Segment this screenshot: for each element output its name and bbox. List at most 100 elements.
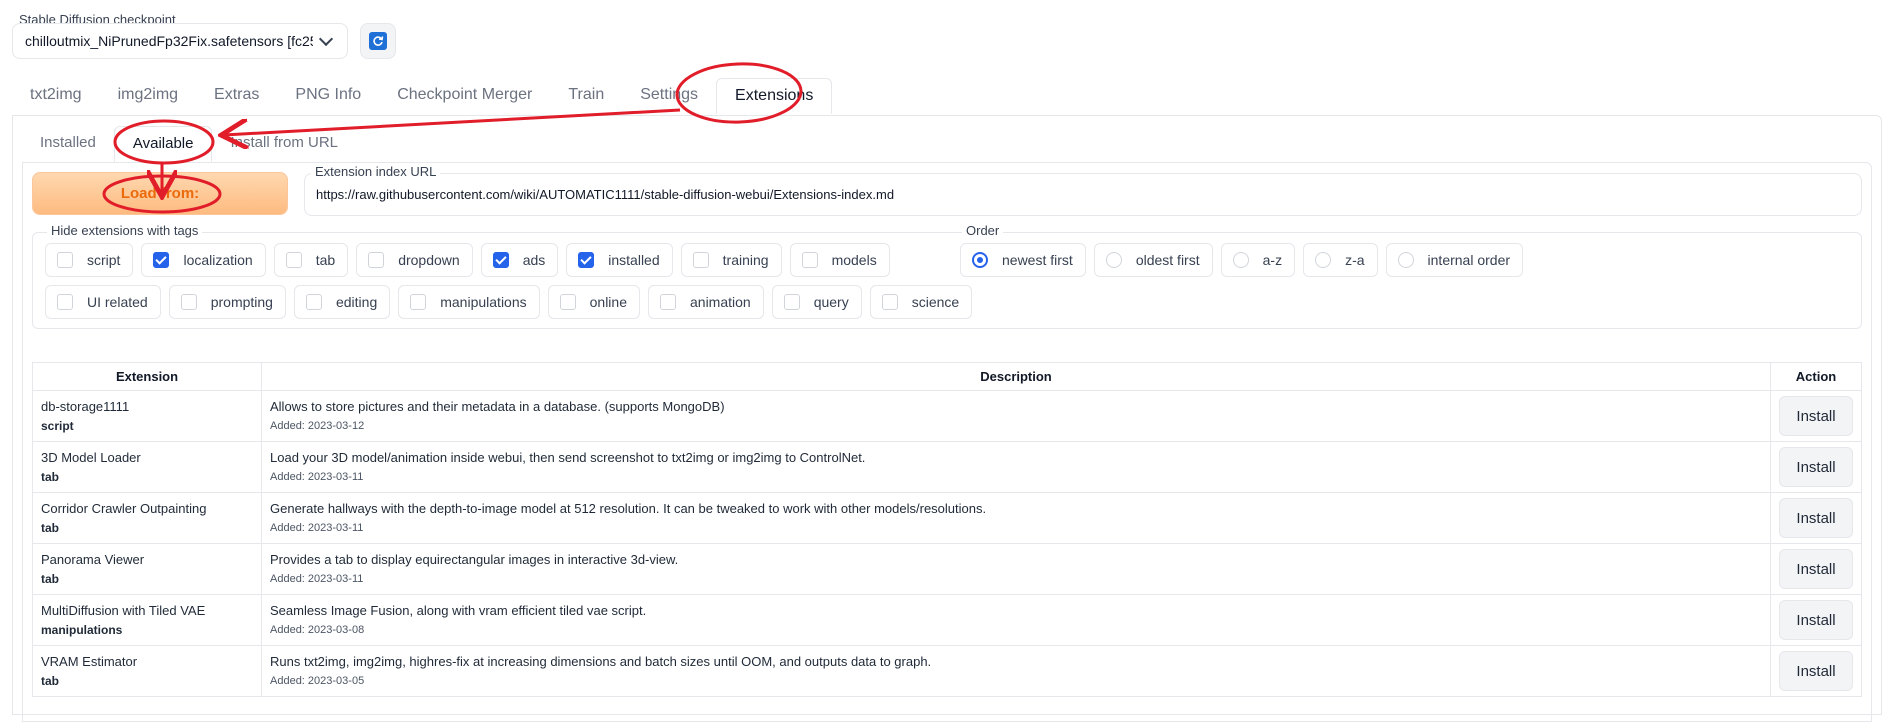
order-radio-z-a[interactable]: z-a — [1303, 243, 1378, 277]
tag-checkbox-query[interactable]: query — [771, 285, 862, 319]
order-radio-a-z[interactable]: a-z — [1220, 243, 1296, 277]
extension-name: MultiDiffusion with Tiled VAE — [41, 603, 206, 618]
tab-settings[interactable]: Settings — [622, 78, 716, 114]
description-cell: Provides a tab to display equirectangula… — [261, 543, 1771, 595]
tab-png-info[interactable]: PNG Info — [277, 78, 379, 114]
extension-added-date: Added: 2023-03-08 — [270, 624, 365, 636]
description-cell: Seamless Image Fusion, along with vram e… — [261, 594, 1771, 646]
checkbox — [783, 294, 800, 310]
extension-index-url-label: Extension index URL — [311, 164, 441, 179]
tag-label: training — [722, 252, 769, 268]
order-radio-group: newest first oldest first a-z z-a intern… — [960, 243, 1524, 277]
tab-available[interactable]: Available — [113, 126, 213, 162]
extension-cell: Panorama Viewer tab — [32, 543, 262, 595]
tag-checkbox-script[interactable]: script — [45, 243, 134, 277]
extension-added-date: Added: 2023-03-12 — [270, 420, 365, 432]
tag-checkbox-dropdown[interactable]: dropdown — [356, 243, 473, 277]
extension-name: db-storage1111 — [41, 399, 130, 414]
tag-checkbox-training[interactable]: training — [680, 243, 782, 277]
tab-txt2img[interactable]: txt2img — [12, 78, 100, 114]
tab-train[interactable]: Train — [550, 78, 622, 114]
tag-label: online — [589, 294, 627, 310]
extension-name: Panorama Viewer — [41, 552, 145, 567]
tag-checkbox-prompting[interactable]: prompting — [168, 285, 286, 319]
extension-description: Allows to store pictures and their metad… — [270, 399, 725, 414]
action-cell: Install — [1770, 543, 1862, 595]
table-row: MultiDiffusion with Tiled VAE manipulatio… — [32, 594, 1862, 646]
extension-added-date: Added: 2023-03-11 — [270, 471, 364, 483]
tag-checkbox-animation[interactable]: animation — [648, 285, 764, 319]
tag-checkbox-localization[interactable]: localization — [141, 243, 266, 277]
table-row: Panorama Viewer tab Provides a tab to dis… — [32, 543, 1862, 595]
tag-label: UI related — [87, 294, 148, 310]
tag-label: prompting — [210, 294, 273, 310]
tag-label: science — [911, 294, 960, 310]
radio-selected — [972, 252, 988, 268]
tag-label: dropdown — [398, 252, 460, 268]
tag-label: localization — [183, 252, 253, 268]
tag-checkbox-models[interactable]: models — [789, 243, 890, 277]
tag-checkbox-manipulations[interactable]: manipulations — [398, 285, 540, 319]
checkpoint-dropdown[interactable]: chilloutmix_NiPrunedFp32Fix.safetensors … — [12, 23, 348, 59]
load-from-button[interactable]: Load from: — [32, 172, 288, 215]
install-button[interactable]: Install — [1779, 498, 1853, 538]
chevron-down-icon — [318, 31, 334, 47]
action-cell: Install — [1770, 594, 1862, 646]
extension-tag: script — [41, 419, 74, 433]
tab-checkpoint-merger[interactable]: Checkpoint Merger — [379, 78, 550, 114]
tag-checkbox-ui-related[interactable]: UI related — [45, 285, 161, 319]
order-radio-newest-first[interactable]: newest first — [960, 243, 1086, 277]
extension-name: Corridor Crawler Outpainting — [41, 501, 207, 516]
table-row: VRAM Estimator tab Runs txt2img, img2img,… — [32, 645, 1862, 697]
description-cell: Allows to store pictures and their metad… — [261, 390, 1771, 442]
extensions-sub-tabs: Installed Available Install from URL — [22, 126, 356, 162]
tab-installed[interactable]: Installed — [22, 126, 114, 162]
tab-install-from-url[interactable]: Install from URL — [212, 126, 356, 162]
checkbox — [285, 252, 302, 268]
tag-label: animation — [690, 294, 751, 310]
install-button[interactable]: Install — [1779, 549, 1853, 589]
extension-cell: Corridor Crawler Outpainting tab — [32, 492, 262, 544]
install-button[interactable]: Install — [1779, 600, 1853, 640]
tag-checkbox-science[interactable]: science — [869, 285, 973, 319]
extension-cell: 3D Model Loader tab — [32, 441, 262, 493]
tab-extras[interactable]: Extras — [196, 78, 277, 114]
tab-extensions[interactable]: Extensions — [716, 78, 833, 114]
tag-filter-row-1: script localization tab dropdown ads ins… — [45, 243, 890, 277]
tab-img2img[interactable]: img2img — [100, 78, 196, 114]
table-header-row: Extension Description Action — [32, 362, 1862, 391]
checkbox — [305, 294, 322, 310]
refresh-checkpoint-button[interactable] — [360, 23, 396, 59]
action-cell: Install — [1770, 441, 1862, 493]
order-label-text: internal order — [1427, 252, 1511, 268]
extension-tag: tab — [41, 521, 59, 535]
checkbox-checked — [153, 252, 170, 268]
extension-tag: tab — [41, 572, 59, 586]
order-radio-oldest-first[interactable]: oldest first — [1093, 243, 1213, 277]
tag-checkbox-ads[interactable]: ads — [480, 243, 559, 277]
tag-label: tab — [315, 252, 336, 268]
order-radio-internal-order[interactable]: internal order — [1385, 243, 1524, 277]
column-header-description: Description — [261, 362, 1771, 391]
tag-checkbox-editing[interactable]: editing — [293, 285, 391, 319]
checkbox — [881, 294, 898, 310]
table-row: Corridor Crawler Outpainting tab Generate… — [32, 492, 1862, 544]
install-button[interactable]: Install — [1779, 396, 1853, 436]
tag-checkbox-online[interactable]: online — [547, 285, 640, 319]
extensions-table: Extension Description Action db-storage1… — [32, 362, 1862, 697]
extension-index-url-input[interactable] — [304, 173, 1862, 216]
extension-cell: MultiDiffusion with Tiled VAE manipulatio… — [32, 594, 262, 646]
extension-tag: tab — [41, 674, 59, 688]
install-button[interactable]: Install — [1779, 447, 1853, 487]
tag-checkbox-tab[interactable]: tab — [273, 243, 349, 277]
tag-checkbox-installed[interactable]: installed — [566, 243, 673, 277]
extension-cell: db-storage1111 script — [32, 390, 262, 442]
extension-description: Runs txt2img, img2img, highres-fix at in… — [270, 654, 932, 669]
extension-description: Provides a tab to display equirectangula… — [270, 552, 679, 567]
install-button[interactable]: Install — [1779, 651, 1853, 691]
checkbox — [180, 294, 197, 310]
action-cell: Install — [1770, 492, 1862, 544]
hide-tags-label: Hide extensions with tags — [47, 223, 203, 238]
checkbox-checked — [578, 252, 595, 268]
extension-tag: tab — [41, 470, 59, 484]
